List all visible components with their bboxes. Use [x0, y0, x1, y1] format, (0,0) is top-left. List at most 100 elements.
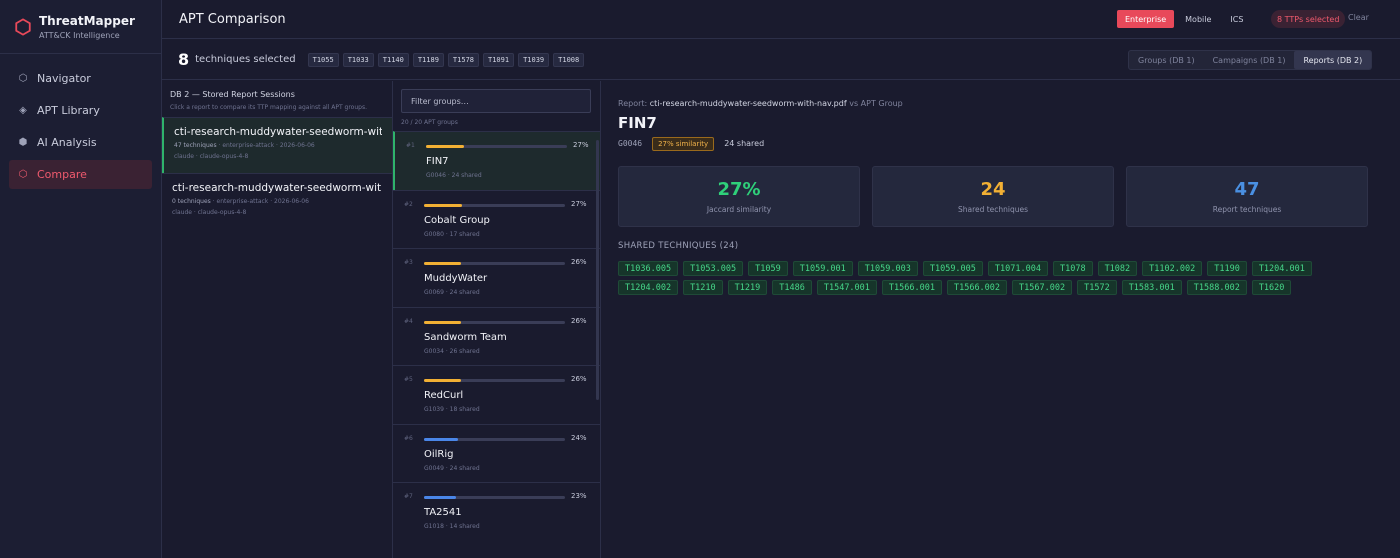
tab-enterprise[interactable]: Enterprise — [1117, 10, 1175, 28]
page-title: APT Comparison — [179, 11, 286, 27]
technique-tag[interactable]: T1059.005 — [922, 261, 983, 276]
technique-tag[interactable]: T1566.002 — [946, 280, 1008, 295]
group-count: 20 / 20 APT groups — [401, 119, 458, 126]
similarity-bar-fill — [424, 437, 458, 441]
tab-groups[interactable]: Groups (DB 1) — [1129, 51, 1204, 69]
report-domain: enterprise-attack — [216, 198, 269, 205]
group-meta: G0049 · 24 shared — [424, 464, 480, 472]
sidebar-item-compare[interactable]: ⬡ Compare — [9, 160, 152, 189]
report-meta: 0 techniques · enterprise-attack · 2026-… — [172, 198, 309, 205]
reports-panel: DB 2 — Stored Report Sessions Click a re… — [162, 81, 393, 558]
similarity-bar-fill — [424, 203, 462, 207]
stat-card-jaccard: 27% Jaccard similarity — [618, 166, 860, 227]
technique-tag[interactable]: T1567.002 — [1012, 280, 1073, 295]
report-model: claude-opus-4-8 — [199, 153, 249, 160]
selected-label: techniques selected — [195, 54, 296, 65]
group-row[interactable]: #7 23% TA2541 G1018 · 14 shared — [393, 482, 600, 541]
shared-techniques-list: T1036.005 T1053.005 T1059 T1059.001 T1059.00… — [618, 261, 1370, 299]
group-row[interactable]: #2 27% Cobalt Group G0080 · 17 shared — [393, 189, 600, 249]
technique-tag[interactable]: T1071.004 — [987, 261, 1048, 276]
brand: ThreatMapper ATT&CK Intelligence — [0, 0, 161, 54]
stat-value: 24 — [980, 179, 1006, 200]
group-list-scrollbar[interactable] — [596, 140, 599, 400]
group-row[interactable]: #4 26% Sandworm Team G0034 · 26 shared — [393, 306, 600, 366]
technique-tag[interactable]: T1059.003 — [857, 261, 918, 276]
breadcrumb-prefix: Report: — [618, 99, 648, 108]
technique-tag[interactable]: T1620 — [1251, 280, 1292, 295]
technique-chip[interactable]: T1039 — [518, 52, 550, 67]
reports-subtitle: Click a report to compare its TTP mappin… — [170, 104, 368, 111]
technique-tag[interactable]: T1583.001 — [1121, 280, 1182, 295]
group-row[interactable]: #5 26% RedCurl G1039 · 18 shared — [393, 365, 600, 424]
group-row[interactable]: #1 27% FIN7 G0046 · 24 shared — [393, 131, 600, 190]
technique-tag[interactable]: T1210 — [683, 280, 723, 295]
sidebar-nav: ⬡ Navigator ◈ APT Library ⬢ AI Analysis … — [0, 54, 161, 189]
sidebar-item-navigator[interactable]: ⬡ Navigator — [9, 64, 152, 93]
technique-tag[interactable]: T1053.005 — [683, 261, 744, 276]
clear-button[interactable]: Clear — [1348, 13, 1369, 22]
technique-chip[interactable]: T1140 — [377, 52, 409, 67]
domain-tabs: Enterprise Mobile ICS — [1117, 10, 1254, 28]
group-similarity: 26% — [571, 258, 587, 266]
group-similarity: 27% — [573, 141, 589, 149]
technique-tag[interactable]: T1059.001 — [792, 261, 853, 276]
report-technique-count: 47 techniques — [174, 142, 217, 149]
group-similarity: 24% — [571, 433, 587, 442]
technique-tag[interactable]: T1082 — [1097, 261, 1138, 276]
report-model: claude-opus-4-8 — [197, 209, 247, 216]
sidebar-item-ai-analysis[interactable]: ⬢ AI Analysis — [9, 128, 152, 157]
group-rank: #4 — [404, 317, 413, 325]
technique-chip[interactable]: T1578 — [447, 52, 479, 67]
technique-tag[interactable]: T1219 — [727, 280, 768, 295]
tab-reports[interactable]: Reports (DB 2) — [1294, 51, 1372, 69]
group-rank: #1 — [406, 142, 415, 149]
technique-tag[interactable]: T1486 — [772, 280, 812, 295]
similarity-badge: 27% similarity — [652, 136, 715, 151]
report-item[interactable]: cti-research-muddywater-seedworm-with-na… — [162, 173, 392, 229]
technique-tag[interactable]: T1588.002 — [1186, 280, 1247, 295]
report-user: claude — [172, 209, 192, 216]
group-name: Cobalt Group — [424, 214, 490, 226]
brand-subtitle: ATT&CK Intelligence — [39, 30, 120, 40]
technique-chip[interactable]: T1033 — [342, 52, 374, 67]
stat-value: 47 — [1234, 179, 1260, 200]
technique-tag[interactable]: T1204.001 — [1251, 261, 1312, 276]
technique-tag[interactable]: T1036.005 — [618, 261, 679, 276]
technique-chip[interactable]: T1189 — [412, 52, 444, 67]
group-similarity: 23% — [571, 492, 587, 500]
sidebar: ThreatMapper ATT&CK Intelligence ⬡ Navig… — [0, 0, 162, 558]
report-name: cti-research-muddywater-seedworm-with-na… — [174, 126, 382, 138]
technique-tag[interactable]: T1059 — [748, 261, 788, 276]
tab-ics[interactable]: ICS — [1222, 10, 1251, 28]
group-rank: #2 — [404, 200, 413, 208]
similarity-bar-fill — [424, 320, 461, 324]
hexagon-outline-icon: ⬡ — [18, 169, 28, 180]
technique-tag[interactable]: T1566.001 — [881, 280, 942, 295]
group-list: #1 27% FIN7 G0046 · 24 shared #2 27% Cobalt Gr… — [393, 131, 600, 541]
tab-campaigns[interactable]: Campaigns (DB 1) — [1204, 51, 1295, 69]
report-technique-count: 0 techniques — [172, 198, 211, 205]
technique-tag[interactable]: T1572 — [1077, 280, 1117, 295]
group-name: FIN7 — [426, 156, 449, 167]
breadcrumb: Report: cti-research-muddywater-seedworm… — [618, 99, 903, 108]
group-similarity: 27% — [571, 199, 587, 208]
group-row[interactable]: #3 26% MuddyWater G0069 · 24 shared — [393, 248, 600, 307]
brand-text: ThreatMapper ATT&CK Intelligence — [39, 14, 135, 40]
sidebar-item-apt-library[interactable]: ◈ APT Library — [9, 96, 152, 125]
tab-mobile[interactable]: Mobile — [1177, 10, 1219, 28]
technique-chip[interactable]: T1008 — [553, 52, 585, 67]
group-filter-input[interactable]: Filter groups… — [401, 89, 591, 113]
technique-chip[interactable]: T1055 — [307, 52, 339, 67]
report-item[interactable]: cti-research-muddywater-seedworm-with-na… — [162, 117, 392, 173]
group-row[interactable]: #6 24% OilRig G0049 · 24 shared — [393, 423, 600, 483]
technique-chip[interactable]: T1091 — [483, 52, 515, 67]
source-tabs: Groups (DB 1) Campaigns (DB 1) Reports (… — [1128, 50, 1373, 70]
technique-tag[interactable]: T1190 — [1207, 261, 1247, 276]
technique-tag[interactable]: T1102.002 — [1142, 261, 1203, 276]
sidebar-item-label: Compare — [37, 168, 87, 181]
technique-tag[interactable]: T1078 — [1052, 261, 1093, 276]
reports-header: DB 2 — Stored Report Sessions Click a re… — [162, 81, 392, 117]
technique-tag[interactable]: T1547.001 — [816, 280, 877, 295]
similarity-bar-fill — [424, 379, 461, 382]
technique-tag[interactable]: T1204.002 — [618, 280, 679, 295]
